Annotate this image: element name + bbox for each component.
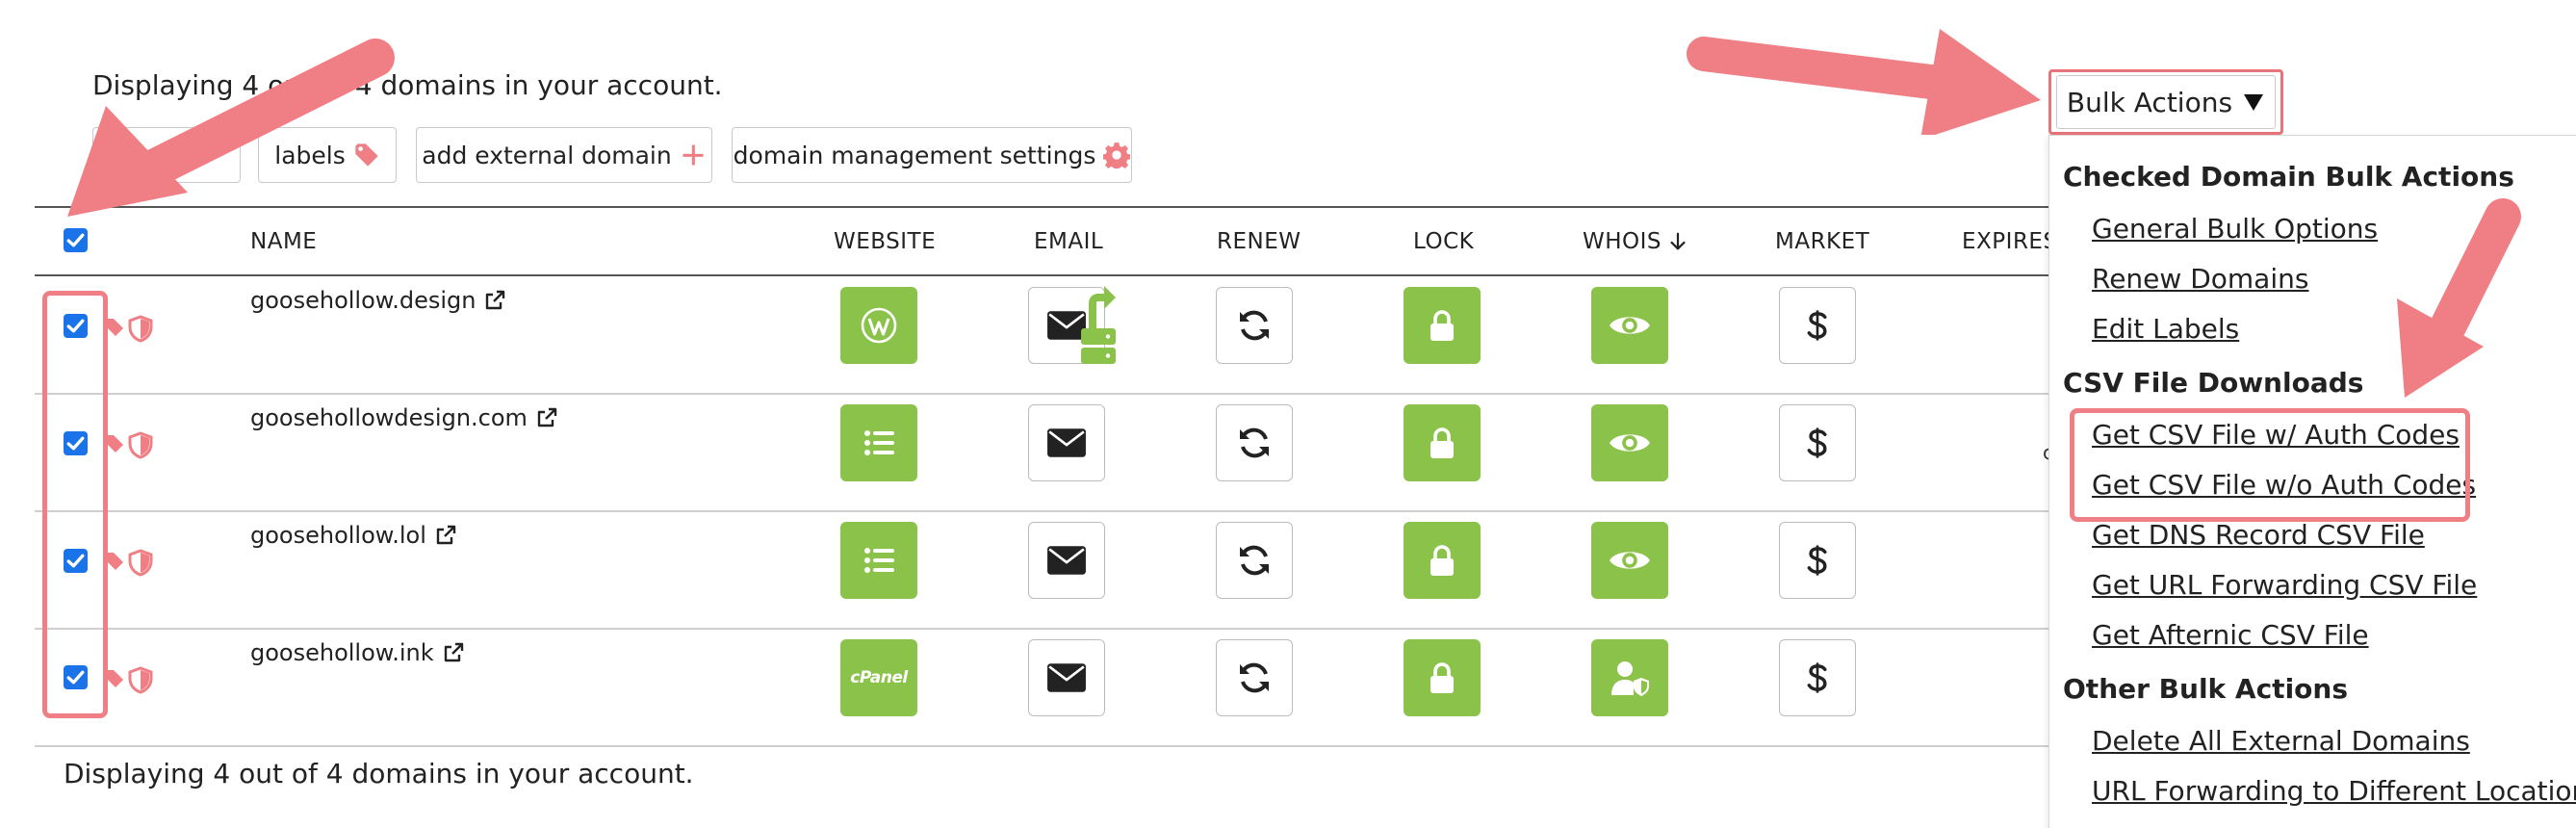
annotation-arrow-top: [1687, 29, 2041, 135]
gear-icon: [1102, 142, 1132, 171]
tag-icon: [353, 142, 380, 168]
domain-name: goosehollow.lol: [250, 522, 426, 549]
labels-button[interactable]: labels: [258, 127, 397, 183]
menu-item-afternic-csv[interactable]: Get Afternic CSV File: [2092, 619, 2369, 651]
row-checkbox[interactable]: [64, 314, 88, 338]
tag-icon: [106, 670, 123, 687]
cpanel-text: cPanel: [850, 668, 908, 687]
menu-item-url-forwarding-csv[interactable]: Get URL Forwarding CSV File: [2092, 569, 2477, 601]
select-all-checkbox[interactable]: [64, 228, 88, 252]
domain-link[interactable]: goosehollowdesign.com: [250, 404, 558, 431]
domain-management-settings-label: domain management settings: [733, 141, 1096, 169]
table-top-border: [35, 206, 2056, 208]
dollar-icon[interactable]: [1779, 522, 1856, 599]
dollar-icon[interactable]: [1779, 287, 1856, 364]
column-header-whois-label: WHOIS: [1583, 229, 1662, 254]
envelope-icon[interactable]: [1028, 522, 1105, 599]
menu-item-delete-external[interactable]: Delete All External Domains: [2092, 725, 2470, 757]
row-label-icons: [102, 429, 160, 460]
domain-link[interactable]: goosehollow.design: [250, 287, 506, 314]
menu-item-edit-labels[interactable]: Edit Labels: [2092, 313, 2239, 345]
row-divider: [35, 628, 2056, 630]
menu-item-dns-csv[interactable]: Get DNS Record CSV File: [2092, 519, 2425, 551]
column-header-whois[interactable]: WHOIS: [1583, 229, 1688, 254]
list-icon[interactable]: [840, 522, 917, 599]
menu-item-url-forwarding-locations[interactable]: URL Forwarding to Different Locations: [2092, 775, 2576, 807]
menu-section-other: Other Bulk Actions: [2063, 673, 2348, 705]
eye-icon[interactable]: [1591, 287, 1668, 364]
list-icon[interactable]: [840, 404, 917, 481]
column-header-name[interactable]: NAME: [250, 229, 317, 254]
renew-icon[interactable]: [1216, 522, 1293, 599]
column-header-expires[interactable]: EXPIRES: [1962, 229, 2058, 254]
labels-button-label: labels: [274, 141, 346, 169]
domain-link[interactable]: goosehollow.lol: [250, 522, 457, 549]
bulk-actions-button[interactable]: Bulk Actions: [2048, 69, 2283, 135]
triangle-down-icon: [2244, 94, 2264, 111]
renew-icon[interactable]: [1216, 639, 1293, 716]
dollar-icon[interactable]: [1779, 639, 1856, 716]
dollar-icon[interactable]: [1779, 404, 1856, 481]
domain-name: goosehollowdesign.com: [250, 404, 528, 431]
eye-icon[interactable]: [1591, 522, 1668, 599]
row-divider: [35, 393, 2056, 395]
external-link-icon: [537, 407, 557, 427]
sort-down-icon: [1670, 232, 1686, 250]
external-link-icon: [444, 642, 463, 662]
row-checkbox[interactable]: [64, 431, 88, 455]
menu-item-csv-auth-codes[interactable]: Get CSV File w/ Auth Codes: [2092, 419, 2460, 451]
tag-icon: [106, 435, 123, 453]
user-shield-icon[interactable]: [1591, 639, 1668, 716]
column-header-website[interactable]: WEBSITE: [834, 229, 936, 254]
lock-icon[interactable]: [1404, 287, 1481, 364]
lock-icon[interactable]: [1404, 522, 1481, 599]
eye-icon[interactable]: [1591, 404, 1668, 481]
plus-icon: [680, 142, 707, 168]
row-label-icons: [102, 547, 160, 578]
renew-icon[interactable]: [1216, 404, 1293, 481]
wordpress-icon[interactable]: [840, 287, 917, 364]
envelope-icon[interactable]: [1028, 404, 1105, 481]
lock-icon[interactable]: [1404, 404, 1481, 481]
external-link-icon: [436, 525, 456, 545]
row-divider: [35, 745, 2056, 747]
bulk-actions-label: Bulk Actions: [2066, 86, 2233, 118]
table-header-border: [35, 274, 2056, 276]
menu-section-csv: CSV File Downloads: [2063, 367, 2364, 399]
renew-icon[interactable]: [1216, 287, 1293, 364]
bulk-actions-menu: Checked Domain Bulk Actions General Bulk…: [2048, 135, 2576, 828]
menu-item-renew-domains[interactable]: Renew Domains: [2092, 263, 2308, 295]
menu-section-checked: Checked Domain Bulk Actions: [2063, 161, 2514, 193]
domains-count-top: Displaying 4 out of 4 domains in your ac…: [92, 69, 723, 101]
email-forward-icon[interactable]: [1028, 286, 1116, 364]
add-external-domain-label: add external domain: [422, 141, 672, 169]
menu-item-csv-no-auth-codes[interactable]: Get CSV File w/o Auth Codes: [2092, 469, 2476, 501]
domain-name: goosehollow.ink: [250, 639, 434, 666]
domain-management-settings-button[interactable]: domain management settings: [732, 127, 1132, 183]
cpanel-icon[interactable]: cPanel: [840, 639, 917, 716]
envelope-icon[interactable]: [1028, 639, 1105, 716]
tag-icon: [106, 319, 123, 336]
tag-icon: [106, 553, 123, 570]
row-divider: [35, 510, 2056, 512]
domains-count-bottom: Displaying 4 out of 4 domains in your ac…: [64, 758, 694, 789]
domain-link[interactable]: goosehollow.ink: [250, 639, 465, 666]
domain-name: goosehollow.design: [250, 287, 477, 314]
external-link-icon: [486, 290, 505, 310]
lock-icon[interactable]: [1404, 639, 1481, 716]
row-checkbox[interactable]: [64, 549, 88, 573]
add-external-domain-button[interactable]: add external domain: [416, 127, 712, 183]
search-button-label: search: [126, 141, 207, 169]
search-button[interactable]: search: [92, 127, 241, 183]
column-header-market[interactable]: MARKET: [1775, 229, 1869, 254]
column-header-lock[interactable]: LOCK: [1413, 229, 1474, 254]
column-header-renew[interactable]: RENEW: [1217, 229, 1301, 254]
checkbox-column-highlight: [42, 291, 108, 718]
row-label-icons: [102, 664, 160, 695]
column-header-email[interactable]: EMAIL: [1034, 229, 1103, 254]
menu-item-general-bulk-options[interactable]: General Bulk Options: [2092, 213, 2378, 245]
row-checkbox[interactable]: [64, 665, 88, 689]
row-label-icons: [102, 313, 160, 344]
